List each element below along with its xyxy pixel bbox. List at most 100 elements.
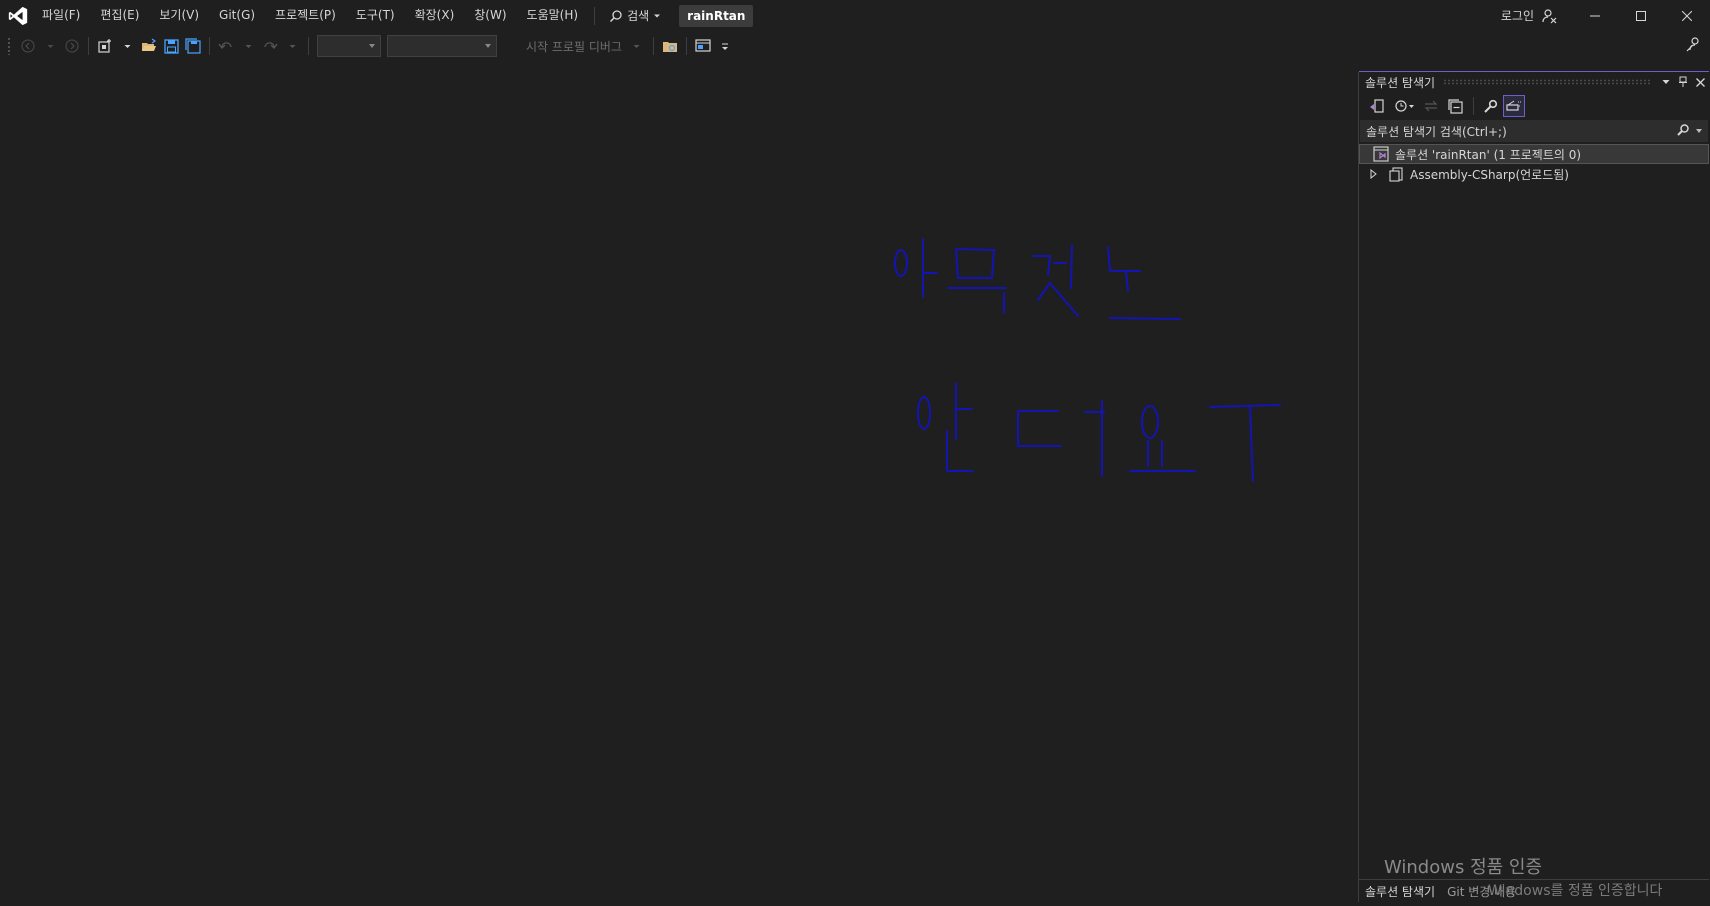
toolbar-overflow-button[interactable] <box>715 35 735 57</box>
toolbar-separator <box>88 37 89 55</box>
handwritten-scribble <box>894 238 1281 482</box>
search-placeholder: 솔루션 탐색기 검색(Ctrl+;) <box>1366 124 1507 139</box>
close-button[interactable] <box>1664 0 1710 31</box>
toolbar-separator <box>308 37 309 55</box>
properties-button[interactable] <box>1479 95 1501 117</box>
solution-platform-dropdown[interactable] <box>387 35 497 57</box>
toolbar-grip[interactable] <box>7 37 11 55</box>
maximize-button[interactable] <box>1618 0 1664 31</box>
login-button[interactable]: 로그인 <box>1501 7 1534 24</box>
search-options-dropdown[interactable] <box>1696 129 1702 133</box>
navigate-back-button[interactable] <box>18 35 38 57</box>
menu-extensions[interactable]: 확장(X) <box>405 0 465 31</box>
header-drag-grip[interactable] <box>1443 79 1650 85</box>
minimize-button[interactable] <box>1572 0 1618 31</box>
open-file-button[interactable] <box>139 35 159 57</box>
tab-solution-explorer[interactable]: 솔루션 탐색기 <box>1359 883 1441 900</box>
menu-view[interactable]: 보기(V) <box>149 0 209 31</box>
navigate-forward-button[interactable] <box>62 35 82 57</box>
windows-activation-title: Windows 정품 인증 <box>1384 857 1543 878</box>
collapse-all-button[interactable] <box>1444 95 1466 117</box>
back-arrow-icon <box>21 39 35 53</box>
close-icon <box>1682 10 1692 21</box>
menu-tools[interactable]: 도구(T) <box>346 0 405 31</box>
menu-git[interactable]: Git(G) <box>209 0 265 31</box>
search-icon[interactable] <box>1676 123 1690 137</box>
panel-title: 솔루션 탐색기 <box>1365 75 1436 90</box>
new-project-button[interactable] <box>95 35 115 57</box>
chevron-down-icon <box>124 44 130 48</box>
chevron-down-icon <box>654 14 661 17</box>
solution-configuration-dropdown[interactable] <box>317 35 381 57</box>
wrench-icon <box>1483 99 1497 113</box>
window-layout-button[interactable] <box>693 35 713 57</box>
redo-dropdown[interactable] <box>282 35 302 57</box>
expand-arrow-icon[interactable] <box>1366 169 1380 179</box>
menu-separator <box>594 6 596 25</box>
project-icon <box>1388 166 1404 182</box>
panel-options-button[interactable] <box>1658 74 1674 90</box>
navigate-back-dropdown[interactable] <box>40 35 60 57</box>
tree-item-label: Assembly-CSharp(언로드됨) <box>1410 167 1569 182</box>
close-icon <box>1695 77 1705 87</box>
new-project-dropdown[interactable] <box>117 35 137 57</box>
redo-button[interactable] <box>260 35 280 57</box>
solution-explorer-header[interactable]: 솔루션 탐색기 <box>1359 72 1709 92</box>
window-controls: 로그인 <box>1501 0 1710 31</box>
undo-icon <box>218 42 232 49</box>
solution-tree: 솔루션 'rainRtan' (1 프로젝트의 0) Assembly-CSha… <box>1359 144 1709 184</box>
project-name-badge[interactable]: rainRtan <box>679 4 754 27</box>
pin-button[interactable] <box>1675 74 1691 90</box>
undo-dropdown[interactable] <box>238 35 258 57</box>
solution-icon <box>1373 146 1389 162</box>
chevron-down-icon <box>1662 80 1670 84</box>
chevron-down-icon <box>633 44 640 48</box>
maximize-icon <box>1636 10 1646 21</box>
title-bar: 파일(F) 편집(E) 보기(V) Git(G) 프로젝트(P) 도구(T) 확… <box>0 0 1710 31</box>
menu-edit[interactable]: 편집(E) <box>90 0 149 31</box>
forward-arrow-icon <box>65 39 79 53</box>
minimize-icon <box>1590 15 1600 16</box>
undo-button[interactable] <box>216 35 236 57</box>
menu-window[interactable]: 창(W) <box>464 0 516 31</box>
save-icon <box>163 38 179 54</box>
toolbar-separator <box>685 37 687 55</box>
pending-changes-filter-button[interactable] <box>1390 95 1418 117</box>
search-label: 검색 <box>627 9 650 23</box>
toolbar-separator <box>1473 97 1474 115</box>
preview-selected-items-button[interactable] <box>1503 95 1525 117</box>
toolbar-overflow-icon <box>721 43 728 50</box>
search-button[interactable]: 검색 <box>601 7 669 24</box>
open-in-explorer-button[interactable] <box>660 35 680 57</box>
feedback-icon[interactable] <box>1686 36 1702 52</box>
save-all-button[interactable] <box>183 35 203 57</box>
menu-project[interactable]: 프로젝트(P) <box>265 0 346 31</box>
tree-item-solution[interactable]: 솔루션 'rainRtan' (1 프로젝트의 0) <box>1359 144 1709 164</box>
sync-arrows-icon <box>1424 100 1438 112</box>
tree-item-project[interactable]: Assembly-CSharp(언로드됨) <box>1359 164 1709 184</box>
debug-target-dropdown[interactable] <box>627 35 647 57</box>
account-icon[interactable] <box>1542 8 1558 24</box>
redo-icon <box>264 42 278 49</box>
panel-close-button[interactable] <box>1692 74 1708 90</box>
sync-with-active-document-button[interactable] <box>1420 95 1442 117</box>
save-button[interactable] <box>161 35 181 57</box>
menu-file[interactable]: 파일(F) <box>32 0 90 31</box>
pin-icon <box>1679 76 1687 87</box>
window-layout-icon <box>695 39 711 52</box>
switch-views-button[interactable] <box>1366 95 1388 117</box>
search-icon <box>610 9 622 22</box>
new-project-icon <box>98 39 111 53</box>
solution-explorer-toolbar <box>1359 92 1709 120</box>
menu-help[interactable]: 도움말(H) <box>517 0 589 31</box>
preview-icon <box>1506 100 1521 111</box>
solution-explorer-search-input[interactable]: 솔루션 탐색기 검색(Ctrl+;) <box>1360 120 1708 142</box>
collapse-all-icon <box>1447 98 1463 114</box>
menu-bar: 파일(F) 편집(E) 보기(V) Git(G) 프로젝트(P) 도구(T) 확… <box>32 0 754 31</box>
switch-views-icon <box>1370 99 1384 113</box>
visual-studio-logo-icon[interactable] <box>7 5 29 27</box>
toolbar-separator <box>652 37 654 55</box>
toolbar-separator <box>209 37 210 55</box>
start-debug-label[interactable]: 시작 프로필 디버그 <box>526 38 622 55</box>
chevron-down-icon <box>289 44 295 48</box>
